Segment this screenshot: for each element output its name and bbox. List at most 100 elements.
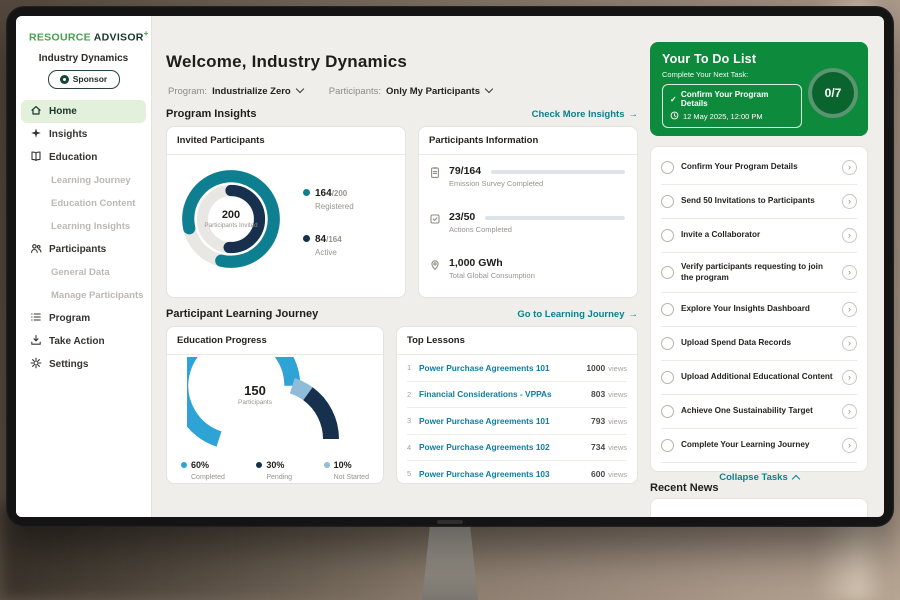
invited-count: 200 [222, 209, 240, 221]
sidebar-item-manage-participants[interactable]: Manage Participants [16, 284, 151, 307]
sidebar-item-general-data[interactable]: General Data [16, 261, 151, 284]
task-label: Send 50 Invitations to Participants [681, 196, 835, 207]
chevron-right-icon[interactable]: › [842, 336, 857, 351]
lesson-row[interactable]: 4 Power Purchase Agreements 102 734views [407, 435, 627, 462]
book-icon [30, 150, 42, 165]
program-filter[interactable]: Program: Industrialize Zero [168, 86, 303, 97]
task-row[interactable]: Confirm Your Program Details › [661, 151, 857, 185]
chevron-right-icon[interactable]: › [842, 160, 857, 175]
lesson-link[interactable]: Power Purchase Agreements 102 [419, 442, 591, 452]
sponsor-badge[interactable]: Sponsor [48, 70, 120, 89]
task-checkbox[interactable] [661, 195, 674, 208]
registered-label: Registered [315, 202, 354, 211]
chevron-right-icon[interactable]: › [842, 265, 857, 280]
task-checkbox[interactable] [661, 266, 674, 279]
learning-journey-title: Participant Learning Journey [166, 308, 318, 320]
program-filter-label: Program: [168, 86, 207, 97]
pending-label: Pending [266, 474, 292, 481]
not-started-pct: 10% [334, 460, 352, 470]
chevron-right-icon[interactable]: › [842, 302, 857, 317]
chevron-right-icon[interactable]: › [842, 194, 857, 209]
task-checkbox[interactable] [661, 229, 674, 242]
filter-bar: Program: Industrialize Zero Participants… [168, 86, 492, 97]
logo-advisor: ADVISOR [94, 32, 144, 44]
invited-participants-card-title: Invited Participants [167, 127, 405, 155]
sidebar-item-label: Participants [49, 244, 106, 255]
lesson-rank: 1 [407, 363, 419, 372]
participants-information-card-title: Participants Information [419, 127, 637, 155]
task-row[interactable]: Upload Spend Data Records › [661, 327, 857, 361]
lesson-row[interactable]: 5 Power Purchase Agreements 103 600views [407, 461, 627, 487]
task-checkbox[interactable] [661, 439, 674, 452]
task-row[interactable]: Upload Additional Educational Content › [661, 361, 857, 395]
legend-dot-not-started [324, 462, 330, 468]
task-label: Invite a Collaborator [681, 230, 835, 241]
map-pin-icon [429, 258, 441, 280]
learning-journey-header: Participant Learning Journey Go to Learn… [166, 308, 638, 320]
task-row[interactable]: Verify participants requesting to join t… [661, 253, 857, 293]
task-checkbox[interactable] [661, 371, 674, 384]
task-row[interactable]: Explore Your Insights Dashboard › [661, 293, 857, 327]
list-icon [30, 311, 42, 326]
chevron-right-icon[interactable]: › [842, 404, 857, 419]
lesson-rank: 3 [407, 416, 419, 425]
lesson-link[interactable]: Power Purchase Agreements 101 [419, 363, 586, 373]
sidebar-item-participants[interactable]: Participants [16, 238, 151, 261]
views-unit: views [608, 417, 627, 426]
chevron-down-icon [295, 85, 303, 93]
sidebar-item-education-content[interactable]: Education Content [16, 192, 151, 215]
consumption-label: Total Global Consumption [449, 271, 625, 280]
lesson-rank: 5 [407, 469, 419, 478]
lesson-row[interactable]: 1 Power Purchase Agreements 101 1000view… [407, 355, 627, 382]
task-checkbox[interactable] [661, 303, 674, 316]
sidebar-item-learning-insights[interactable]: Learning Insights [16, 215, 151, 238]
legend-pending: 30% Pending [256, 455, 292, 481]
completed-label: Completed [191, 474, 225, 481]
sidebar-item-home[interactable]: Home [21, 100, 146, 123]
logo-plus: + [144, 29, 149, 38]
todo-progress-value: 0/7 [825, 86, 842, 100]
legend-completed: 60% Completed [181, 455, 225, 481]
chevron-up-icon [791, 475, 799, 483]
education-progress-card: Education Progress 150 Participants 60% … [166, 326, 384, 484]
sidebar-item-education[interactable]: Education [16, 146, 151, 169]
go-to-learning-journey-link[interactable]: Go to Learning Journey → [517, 309, 638, 320]
legend-registered: 164/200 Registered [303, 183, 354, 211]
app-logo: RESOURCE ADVISOR+ [16, 16, 151, 44]
emission-survey-label: Emission Survey Completed [449, 179, 625, 188]
sidebar-item-learning-journey[interactable]: Learning Journey [16, 169, 151, 192]
recent-news-card [650, 498, 868, 517]
check-more-insights-link[interactable]: Check More Insights → [532, 109, 638, 120]
task-checkbox[interactable] [661, 405, 674, 418]
chevron-right-icon[interactable]: › [842, 370, 857, 385]
check-square-icon [429, 212, 441, 234]
lesson-link[interactable]: Power Purchase Agreements 103 [419, 469, 591, 479]
sidebar-item-insights[interactable]: Insights [16, 123, 151, 146]
task-checkbox[interactable] [661, 161, 674, 174]
task-label: Upload Additional Educational Content [681, 372, 835, 383]
sidebar-nav: Home Insights Education Learning Journey… [16, 100, 151, 376]
task-row[interactable]: Complete Your Learning Journey › [661, 429, 857, 463]
program-insights-header: Program Insights Check More Insights → [166, 108, 638, 120]
dashboard-screen: RESOURCE ADVISOR+ Industry Dynamics Spon… [16, 16, 884, 517]
participants-filter[interactable]: Participants: Only My Participants [329, 86, 492, 97]
lesson-link[interactable]: Financial Considerations - VPPAs [419, 389, 591, 399]
task-label: Achieve One Sustainability Target [681, 406, 835, 417]
lesson-row[interactable]: 2 Financial Considerations - VPPAs 803vi… [407, 382, 627, 409]
chevron-right-icon[interactable]: › [842, 228, 857, 243]
donut-center-label: 200 Participants Invited [175, 163, 287, 275]
task-row[interactable]: Send 50 Invitations to Participants › [661, 185, 857, 219]
chevron-right-icon[interactable]: › [842, 438, 857, 453]
sidebar-item-settings[interactable]: Settings [16, 353, 151, 376]
task-row[interactable]: Achieve One Sustainability Target › [661, 395, 857, 429]
lesson-row[interactable]: 3 Power Purchase Agreements 101 793views [407, 408, 627, 435]
lesson-link[interactable]: Power Purchase Agreements 101 [419, 416, 591, 426]
task-checkbox[interactable] [661, 337, 674, 350]
collapse-tasks-button[interactable]: Collapse Tasks [661, 463, 857, 483]
sidebar-item-program[interactable]: Program [16, 307, 151, 330]
next-task-box[interactable]: ✓ Confirm Your Program Details 12 May 20… [662, 84, 802, 128]
lesson-views: 793 [591, 416, 605, 426]
sidebar-item-take-action[interactable]: Take Action [16, 330, 151, 353]
task-row[interactable]: Invite a Collaborator › [661, 219, 857, 253]
next-task-label: Confirm Your Program Details [681, 90, 794, 108]
